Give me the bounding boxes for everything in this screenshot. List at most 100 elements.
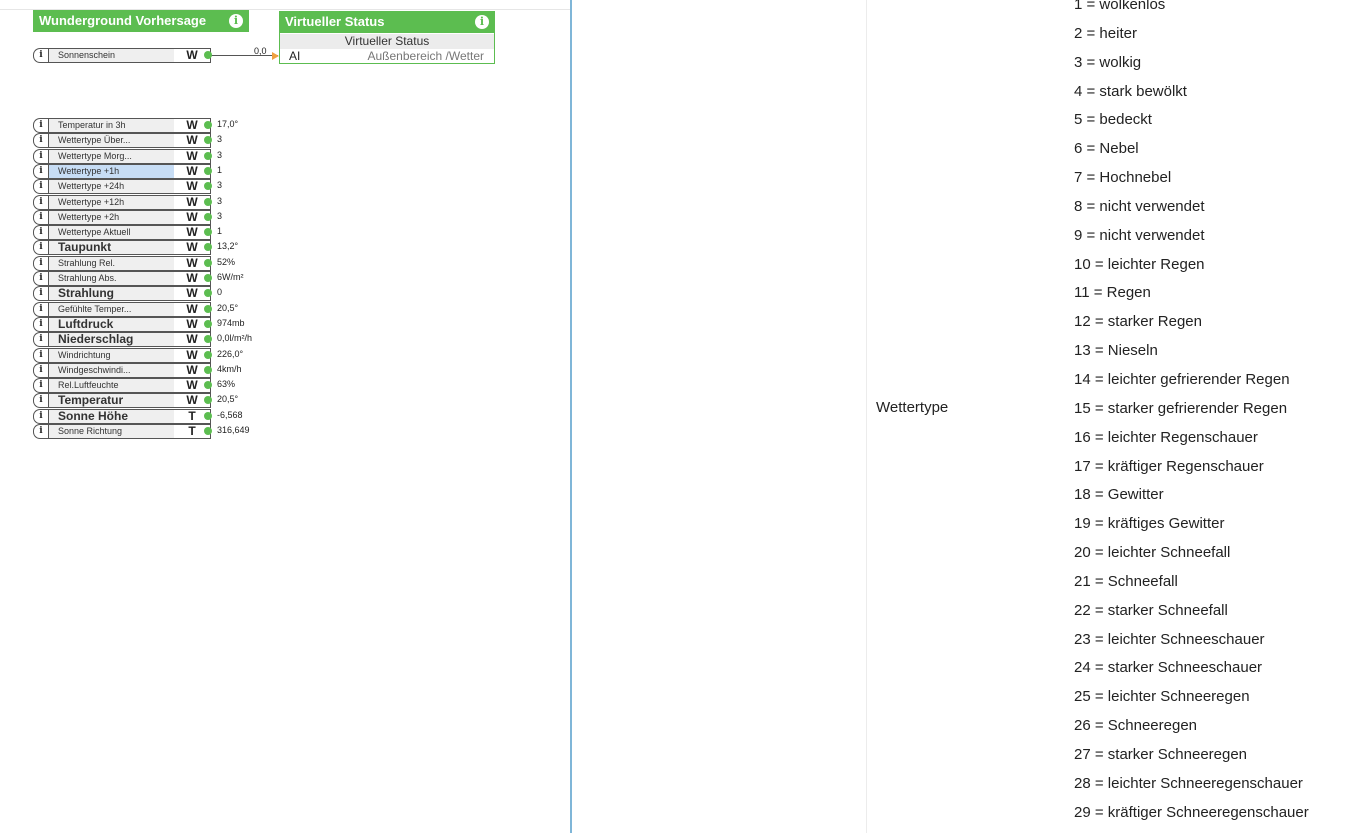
output-connector[interactable] — [204, 212, 212, 221]
output-label: Strahlung — [48, 286, 175, 302]
output-row[interactable]: i Windrichtung W 226,0° — [33, 347, 273, 363]
info-icon[interactable]: i — [33, 209, 48, 225]
wettertype-code-item: 15 = starker gefrierender Regen — [1074, 399, 1288, 417]
output-value: 13,2° — [217, 241, 239, 252]
output-row[interactable]: i Windgeschwindi... W 4km/h — [33, 362, 273, 378]
output-connector[interactable] — [204, 166, 212, 175]
info-icon[interactable]: i — [33, 163, 48, 179]
wettertype-code-item: 1 = wolkenlos — [1074, 0, 1166, 13]
wunderground-block-title: Wunderground Vorhersage — [39, 13, 207, 28]
virtual-status-input[interactable]: AI Außenbereich /Wetter — [280, 49, 494, 64]
info-icon[interactable]: i — [33, 179, 48, 195]
output-value: 3 — [217, 180, 223, 191]
info-icon[interactable]: i — [475, 15, 489, 29]
output-row[interactable]: i Wettertype Über... W 3 — [33, 133, 273, 149]
output-label: Luftdruck — [48, 316, 175, 332]
output-row[interactable]: i Rel.Luftfeuchte W 63% — [33, 378, 273, 394]
output-connector[interactable] — [204, 304, 212, 313]
wettertype-code-item: 11 = Regen — [1074, 284, 1151, 302]
wettertype-code-item: 6 = Nebel — [1074, 140, 1139, 158]
info-icon[interactable]: i — [33, 301, 48, 317]
output-label: Wettertype +2h — [48, 209, 175, 225]
output-connector[interactable] — [204, 350, 212, 359]
output-sonnenschein[interactable]: i Sonnenschein W — [33, 48, 273, 63]
output-row[interactable]: i Wettertype +24h W 3 — [33, 179, 273, 195]
info-icon[interactable]: i — [33, 240, 48, 256]
output-row[interactable]: i Wettertype +2h W 3 — [33, 209, 273, 225]
info-icon[interactable]: i — [33, 286, 48, 302]
wettertype-code-item: 18 = Gewitter — [1074, 486, 1164, 504]
output-connector[interactable] — [204, 365, 212, 374]
output-row[interactable]: i Niederschlag W 0,0l/m²/h — [33, 332, 273, 348]
virtual-status-subtitle: Virtueller Status — [280, 34, 494, 49]
wettertype-code-item: 9 = nicht verwendet — [1074, 226, 1205, 244]
output-row[interactable]: i Strahlung Rel. W 52% — [33, 255, 273, 271]
connection-arrow-icon — [272, 52, 279, 60]
virtual-status-block[interactable]: Virtueller Status i Virtueller Status AI… — [279, 11, 495, 64]
output-label: Windrichtung — [48, 347, 175, 363]
info-icon[interactable]: i — [33, 48, 48, 63]
output-row[interactable]: i Sonne Richtung T 316,649 — [33, 424, 273, 439]
output-label: Gefühlte Temper... — [48, 301, 175, 317]
output-row[interactable]: i Wettertype +1h W 1 — [33, 163, 273, 179]
output-connector[interactable] — [204, 411, 212, 420]
info-icon[interactable]: i — [33, 393, 48, 409]
output-connector[interactable] — [204, 121, 212, 129]
info-icon[interactable]: i — [33, 378, 48, 394]
output-label: Rel.Luftfeuchte — [48, 378, 175, 394]
info-icon[interactable]: i — [33, 424, 48, 439]
info-icon[interactable]: i — [33, 271, 48, 286]
output-connector[interactable] — [204, 427, 212, 435]
wettertype-code-item: 19 = kräftiges Gewitter — [1074, 515, 1225, 533]
output-row[interactable]: i Temperatur W 20,5° — [33, 393, 273, 409]
output-row[interactable]: i Wettertype Aktuell W 1 — [33, 225, 273, 241]
output-row[interactable]: i Sonne Höhe T -6,568 — [33, 408, 273, 424]
output-row[interactable]: i Strahlung Abs. W 6W/m² — [33, 271, 273, 286]
output-connector[interactable] — [204, 258, 212, 267]
info-icon[interactable]: i — [33, 332, 48, 348]
output-value: 0 — [217, 287, 223, 298]
output-label: Wettertype +24h — [48, 179, 175, 195]
wettertype-code-item: 29 = kräftiger Schneeregenschauer — [1074, 803, 1309, 821]
output-value: 4km/h — [217, 363, 242, 374]
output-row[interactable]: i Wettertype Morg... W 3 — [33, 148, 273, 164]
wunderground-block-header[interactable]: Wunderground Vorhersage i — [33, 10, 249, 32]
output-label: Wettertype +1h — [48, 163, 175, 179]
virtual-status-header[interactable]: Virtueller Status i — [279, 11, 495, 33]
output-label: Wettertype +12h — [48, 194, 175, 210]
wettertype-code-item: 3 = wolkig — [1074, 53, 1142, 71]
output-row[interactable]: i Temperatur in 3h W 17,0° — [33, 118, 273, 133]
output-connector[interactable] — [204, 197, 212, 206]
info-icon[interactable]: i — [33, 255, 48, 271]
info-icon[interactable]: i — [33, 133, 48, 149]
program-canvas[interactable]: Wunderground Vorhersage i Virtueller Sta… — [0, 0, 572, 833]
output-value: 17,0° — [217, 119, 239, 129]
wettertype-code-item: 14 = leichter gefrierender Regen — [1074, 370, 1290, 388]
output-row[interactable]: i Wettertype +12h W 3 — [33, 194, 273, 210]
info-icon[interactable]: i — [33, 118, 48, 133]
wettertype-code-item: 5 = bedeckt — [1074, 111, 1152, 129]
info-icon[interactable]: i — [33, 362, 48, 378]
output-value: 3 — [217, 134, 223, 145]
info-icon[interactable]: i — [33, 316, 48, 332]
output-connector[interactable] — [204, 51, 212, 59]
output-row[interactable]: i Luftdruck W 974mb — [33, 316, 273, 332]
input-label: AI — [289, 49, 301, 63]
output-value: 6W/m² — [217, 272, 244, 282]
info-icon[interactable]: i — [229, 14, 243, 28]
wettertype-code-item: 24 = starker Schneeschauer — [1074, 659, 1263, 677]
output-connector[interactable] — [204, 319, 212, 328]
column-divider — [866, 0, 867, 833]
output-label: Temperatur — [48, 393, 175, 409]
info-icon[interactable]: i — [33, 408, 48, 424]
info-icon[interactable]: i — [33, 347, 48, 363]
info-icon[interactable]: i — [33, 148, 48, 164]
info-icon[interactable]: i — [33, 225, 48, 241]
output-connector[interactable] — [204, 274, 212, 282]
output-row[interactable]: i Gefühlte Temper... W 20,5° — [33, 301, 273, 317]
output-value: 63% — [217, 379, 236, 390]
info-icon[interactable]: i — [33, 194, 48, 210]
output-connector[interactable] — [204, 151, 212, 160]
output-row[interactable]: i Taupunkt W 13,2° — [33, 240, 273, 256]
output-row[interactable]: i Strahlung W 0 — [33, 286, 273, 302]
